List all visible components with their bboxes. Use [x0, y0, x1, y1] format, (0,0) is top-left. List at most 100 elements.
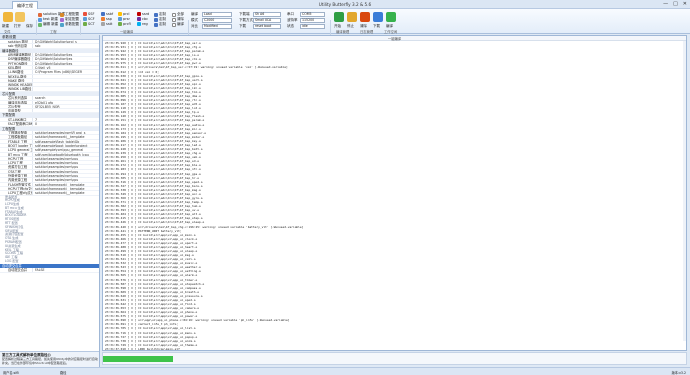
action-a-3[interactable]: SCT [83, 22, 95, 26]
clean-icon[interactable] [360, 12, 370, 22]
port-field-3[interactable]: idle [300, 24, 325, 29]
property-value[interactable] [32, 87, 99, 91]
property-key: J-LINK路径 [8, 70, 24, 74]
property-value[interactable]: scarch [32, 96, 99, 100]
download-field-2-label: 下载方式 [239, 18, 253, 22]
property-value[interactable]: 0 [32, 122, 99, 126]
property-value[interactable]: sdk\example\boot_loader\project [32, 143, 99, 148]
port-field-2[interactable]: 115200 [300, 18, 325, 23]
progress-bar [102, 352, 687, 365]
property-value[interactable]: 7 [32, 117, 99, 122]
property-value[interactable]: solution\examples\rom\cpu [32, 161, 99, 165]
status-version: 版本:v3.2 [671, 371, 686, 375]
property-value[interactable]: solution\examples\rom\Fi proj_s [32, 131, 99, 135]
compile-field-2-label: 模式 [191, 18, 198, 22]
close-icon[interactable]: ✕ [683, 1, 687, 7]
property-value[interactable]: D:\GitWork\Solution\tes [32, 61, 99, 65]
ribbon-toolbar: 新建 打开 保存 文件 solution 新建 test 新建 编辑 新建 工程… [0, 9, 690, 40]
property-key: LCPU工程cfg文件 [8, 191, 32, 195]
property-value[interactable]: D:\GitWork\Solution\proj_s [32, 40, 99, 44]
solution-icon [38, 12, 42, 17]
property-value[interactable]: solution\framework\__template [32, 135, 99, 139]
param-config-button[interactable]: 参数配置 [60, 22, 79, 27]
property-value[interactable]: C:\Keil_v5 [32, 65, 99, 70]
stop-icon[interactable] [347, 12, 357, 22]
property-value[interactable]: sdk\example\flash_table\Gb [32, 139, 99, 143]
compile-field-1[interactable]: Load [202, 12, 232, 17]
open-folder-icon[interactable] [15, 12, 25, 22]
compile-icon[interactable] [386, 12, 396, 22]
property-value[interactable]: sdk\example\rom\cpu_general [32, 148, 99, 152]
new-file-icon[interactable] [3, 12, 13, 22]
property-value[interactable] [32, 83, 99, 87]
action-b-3[interactable]: sstt [101, 22, 112, 26]
property-key: ssb 代码目录 [8, 44, 28, 48]
property-value[interactable]: D:\GitWork\Solution\tes [32, 57, 99, 61]
start-icon[interactable] [334, 12, 344, 22]
save-button[interactable]: 保存 [26, 24, 33, 29]
action-d-3[interactable]: reg [137, 22, 148, 26]
compile-field-1-label: 编译 [191, 12, 198, 16]
action-d-1[interactable]: ssrd [137, 12, 149, 16]
checkbox-icon [172, 22, 176, 27]
compile-field-3-label: 对比 [191, 24, 198, 28]
action-c-2[interactable]: prsr [118, 17, 130, 21]
property-value[interactable] [32, 109, 99, 113]
download-icon[interactable] [373, 12, 383, 22]
action-c-3[interactable]: prcfl [118, 22, 131, 26]
action-a-2[interactable]: SCF [83, 17, 95, 21]
property-row[interactable]: 自动提交合并 FALSE [0, 268, 99, 273]
property-value[interactable]: solution\framework\__template [32, 186, 99, 191]
property-key: MAKE 路径 [8, 78, 25, 83]
scrollbar[interactable] [683, 41, 686, 341]
property-value[interactable]: e52b01 ofp [32, 100, 99, 104]
project-group-label: 工程 [50, 30, 57, 34]
right-label-2: 日志管理 [360, 30, 374, 34]
property-value[interactable]: solution\examples\rom\cpu [32, 169, 99, 173]
edit-icon [38, 22, 42, 27]
property-value[interactable]: solution\examples\rom\cpu [32, 174, 99, 178]
action-e-3[interactable]: 定制 [154, 22, 166, 27]
property-value[interactable]: solution\framework\__template [32, 191, 99, 195]
property-value[interactable]: solution\examples\rom\cpu [32, 165, 99, 169]
open-button[interactable]: 打开 [14, 24, 21, 29]
property-value[interactable]: solution\examples\rom\cpu [32, 156, 99, 161]
download-field-1[interactable]: Sh A6 [253, 12, 281, 17]
property-key: HCPU工程 [8, 156, 24, 161]
property-value[interactable]: D:\GitWork\Solution\tes [32, 53, 99, 57]
port-field-1[interactable]: COM5 [300, 12, 325, 17]
status-user: 用户名:sifli [3, 371, 20, 375]
build-opt-compile[interactable]: 编译 [172, 22, 184, 27]
build-log: 一键编译 23:31:35.920 [ I ] CC build\src\adc… [102, 35, 687, 351]
property-value[interactable]: solution\framework\__template [32, 182, 99, 186]
action-a-1[interactable]: SSF [83, 12, 94, 16]
action-b-1[interactable]: ssbf [101, 12, 113, 16]
progress-fill [103, 356, 173, 362]
download-field-3[interactable]: reset boot [253, 24, 281, 29]
property-value[interactable]: ssb [32, 44, 99, 48]
property-key: PYTHON路径 [8, 61, 28, 65]
property-value[interactable]: SF32LB55_NOR [32, 104, 99, 109]
project-item-3[interactable]: 编辑 新建 [38, 22, 58, 27]
property-value[interactable] [32, 74, 99, 78]
download-button[interactable]: 下载 [373, 24, 380, 29]
compile-field-3[interactable]: Modified [202, 24, 232, 29]
property-key: 编译目标选择 [8, 100, 28, 104]
right-label-3: 工作空间 [384, 30, 398, 34]
property-value[interactable]: solution\examples\rom\cpu [32, 178, 99, 182]
minimize-icon[interactable]: — [663, 1, 668, 7]
action-d-2[interactable]: cbc [137, 17, 148, 21]
maximize-icon[interactable]: □ [673, 1, 678, 7]
property-key: FTABLE 工程 [8, 139, 28, 143]
property-value[interactable]: C:\Program Files (x86)\SEGER [32, 70, 99, 74]
property-value[interactable] [32, 78, 99, 83]
action-b-2[interactable]: ssp [101, 17, 112, 21]
property-value[interactable]: sdk\rom\bluetooth\bluetooth_lcpu [32, 152, 99, 156]
download-field-2[interactable]: Small XCA [253, 18, 281, 23]
app-title: Utility Butterfly 3.2 & 5.6 [318, 2, 372, 7]
one-key-build-label: 一键编译 [120, 30, 134, 34]
action-c-1[interactable]: prcl [118, 12, 129, 16]
compile-field-2[interactable]: C2000 [202, 18, 232, 23]
property-key: LCPU工程 [8, 161, 23, 165]
property-key: FLASH配置文件 [8, 182, 32, 186]
